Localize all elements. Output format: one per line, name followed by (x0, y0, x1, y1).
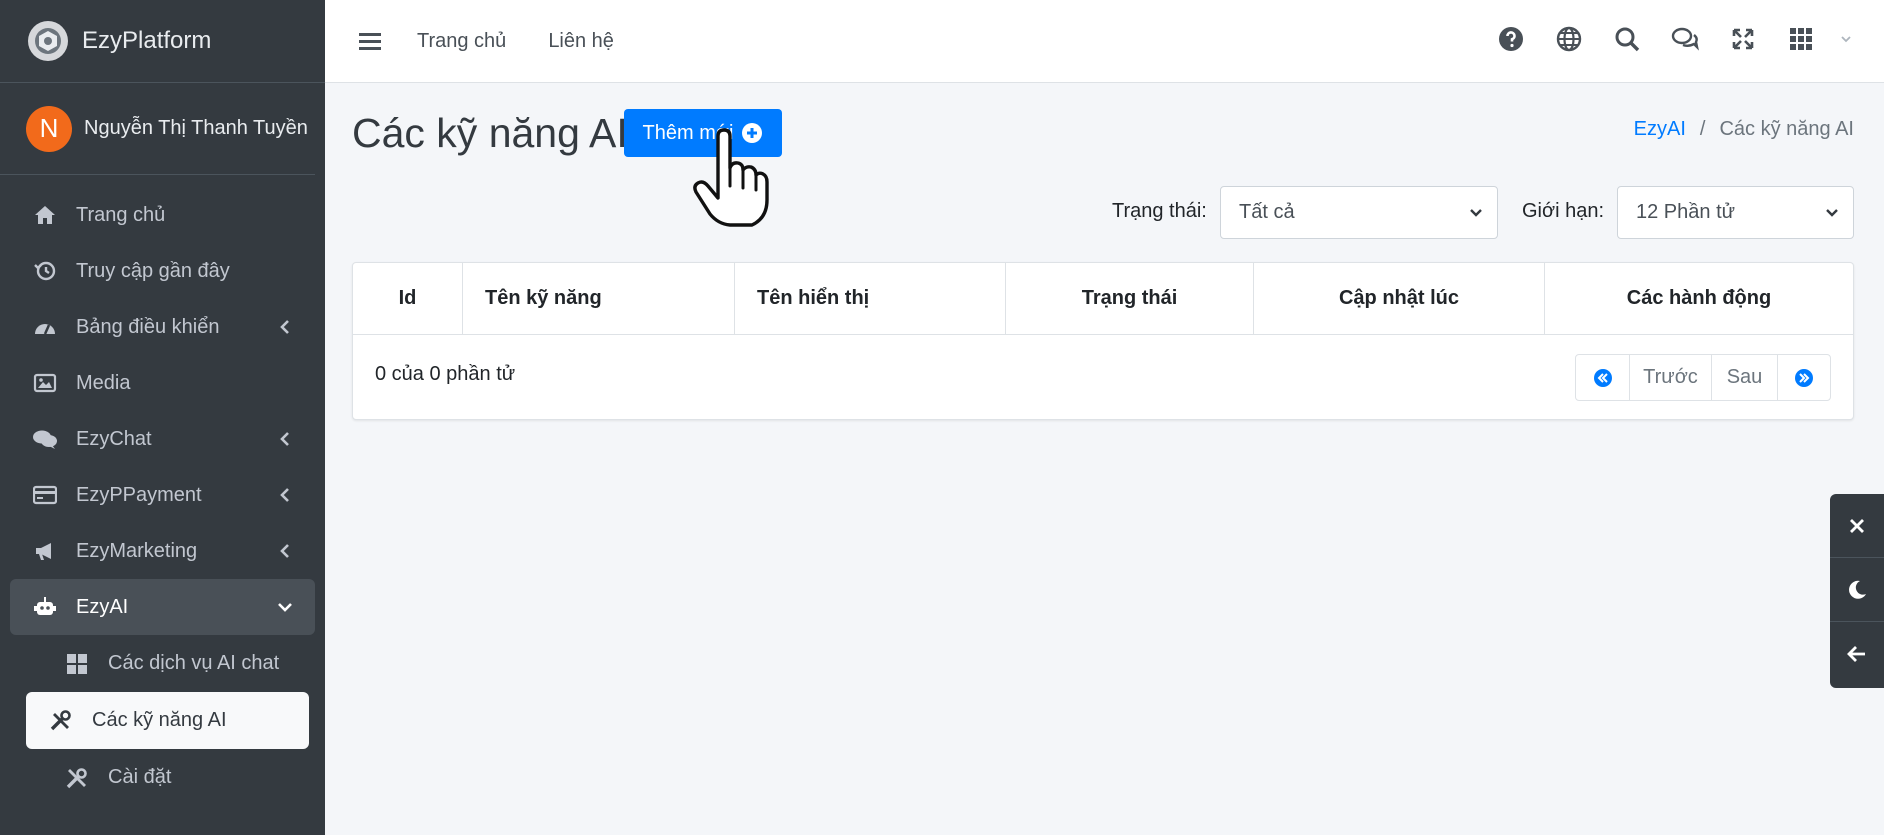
bullhorn-icon (32, 538, 58, 564)
sidebar-item-label: EzyChat (76, 427, 152, 450)
image-icon (32, 370, 58, 396)
arrow-left-icon (1847, 646, 1865, 662)
sidebar-item-ezymarketing[interactable]: EzyMarketing (10, 523, 315, 579)
breadcrumb-separator: / (1699, 118, 1706, 140)
breadcrumb-root-link[interactable]: EzyAI (1634, 118, 1686, 141)
sidebar-item-recent[interactable]: Truy cập gần đây (10, 243, 315, 299)
brand-logo-icon (28, 21, 68, 61)
sidebar-item-ezyai[interactable]: EzyAI (10, 579, 315, 635)
next-page-button[interactable]: Sau (1712, 355, 1778, 400)
sidebar-item-label: Trang chủ (76, 203, 166, 226)
apps-grid-icon[interactable] (1786, 24, 1816, 54)
sidebar-nav: Trang chủ Truy cập gần đây Bảng điều khi… (0, 175, 325, 806)
comments-icon (32, 426, 58, 452)
chevron-down-icon (1826, 209, 1838, 217)
brand-name: EzyPlatform (82, 27, 212, 54)
column-header-actions: Các hành động (1626, 287, 1772, 309)
sidebar-item-media[interactable]: Media (10, 355, 315, 411)
column-header-status[interactable]: Trạng thái (1006, 263, 1254, 334)
sidebar-item-ezychat[interactable]: EzyChat (10, 411, 315, 467)
chevron-down-icon (278, 603, 292, 612)
pagination: Trước Sau (1575, 354, 1831, 401)
dashboard-icon (32, 314, 58, 340)
chevron-left-icon (280, 488, 289, 502)
status-filter-select[interactable]: Tất cả (1220, 186, 1498, 239)
search-icon[interactable] (1612, 24, 1642, 54)
sidebar-subitem-ai-skills[interactable]: Các kỹ năng AI (26, 692, 309, 749)
history-icon (32, 258, 58, 284)
floating-toolbar (1830, 494, 1884, 688)
sidebar-item-ezypayment[interactable]: EzyPPayment (10, 467, 315, 523)
limit-filter-label: Giới hạn: (1522, 200, 1605, 222)
sidebar-item-label: Bảng điều khiển (76, 315, 220, 338)
help-icon[interactable] (1496, 24, 1526, 54)
first-page-button[interactable] (1576, 355, 1630, 400)
back-button[interactable] (1830, 622, 1884, 686)
tools-icon (48, 708, 74, 734)
home-icon (32, 202, 58, 228)
page-title: Các kỹ năng AI (352, 110, 628, 156)
limit-filter-value: 12 Phần tử (1636, 201, 1736, 223)
menu-toggle-icon[interactable] (353, 24, 387, 58)
fullscreen-icon[interactable] (1728, 24, 1758, 54)
robot-icon (32, 594, 58, 620)
table-info: 0 của 0 phần tử (375, 363, 516, 385)
credit-card-icon (32, 482, 58, 508)
chevron-down-icon (1470, 209, 1482, 217)
double-chevron-left-icon (1593, 368, 1612, 387)
pointer-cursor-icon (693, 128, 769, 227)
breadcrumb-current: Các kỹ năng AI (1719, 118, 1854, 140)
close-icon (1850, 518, 1864, 533)
column-header-id[interactable]: Id (353, 263, 463, 334)
chevron-left-icon (280, 432, 289, 446)
chat-icon[interactable] (1670, 24, 1700, 54)
close-button[interactable] (1830, 494, 1884, 558)
sidebar-item-label: EzyAI (76, 595, 129, 618)
sidebar-item-label: EzyMarketing (76, 539, 198, 562)
table-header: Id Tên kỹ năng Tên hiển thị Trạng thái C… (353, 263, 1853, 335)
sidebar-subitem-settings[interactable]: Cài đặt (26, 749, 309, 806)
sidebar-item-label: Media (76, 371, 131, 394)
double-chevron-right-icon (1795, 368, 1813, 387)
sidebar-item-dashboard[interactable]: Bảng điều khiển (10, 299, 315, 355)
last-page-button[interactable] (1778, 355, 1830, 400)
topnav-home-link[interactable]: Trang chủ (417, 30, 506, 53)
topnav-contact-link[interactable]: Liên hệ (548, 30, 614, 53)
sidebar-item-label: Truy cập gần đây (76, 259, 230, 282)
sidebar-item-label: EzyPPayment (76, 483, 202, 506)
chevron-down-icon[interactable] (1838, 24, 1854, 54)
brand[interactable]: EzyPlatform (0, 0, 325, 83)
avatar: N (26, 105, 72, 152)
column-header-updated-at[interactable]: Cập nhật lúc (1254, 263, 1545, 334)
column-header-skill-name[interactable]: Tên kỹ năng (463, 263, 735, 334)
top-navbar: Trang chủ Liên hệ (325, 0, 1884, 83)
chevron-left-icon (280, 544, 289, 558)
sidebar-subitem-label: Các dịch vụ AI chat (108, 652, 280, 674)
topbar-icons (1468, 24, 1854, 54)
sidebar-subitem-label: Cài đặt (108, 766, 172, 788)
column-header-display-name[interactable]: Tên hiển thị (735, 263, 1006, 334)
breadcrumb: EzyAI / Các kỹ năng AI (1634, 118, 1854, 141)
sidebar-subitem-label: Các kỹ năng AI (92, 709, 227, 731)
status-filter-value: Tất cả (1239, 201, 1295, 223)
prev-page-button[interactable]: Trước (1630, 355, 1712, 400)
grid-icon (64, 651, 90, 677)
status-filter-label: Trạng thái: (1112, 200, 1207, 222)
globe-icon[interactable] (1554, 24, 1584, 54)
moon-icon (1849, 580, 1866, 599)
user-name: Nguyễn Thị Thanh Tuyền (84, 117, 308, 139)
sidebar-subitem-ai-chat-services[interactable]: Các dịch vụ AI chat (26, 635, 309, 692)
skills-table-card: Id Tên kỹ năng Tên hiển thị Trạng thái C… (352, 262, 1854, 420)
user-panel[interactable]: N Nguyễn Thị Thanh Tuyền (0, 83, 315, 175)
sidebar-item-home[interactable]: Trang chủ (10, 187, 315, 243)
dark-mode-toggle[interactable] (1830, 558, 1884, 622)
sidebar: EzyPlatform N Nguyễn Thị Thanh Tuyền Tra… (0, 0, 325, 835)
limit-filter-select[interactable]: 12 Phần tử (1617, 186, 1854, 239)
wrench-icon (64, 765, 90, 791)
chevron-left-icon (280, 320, 289, 334)
